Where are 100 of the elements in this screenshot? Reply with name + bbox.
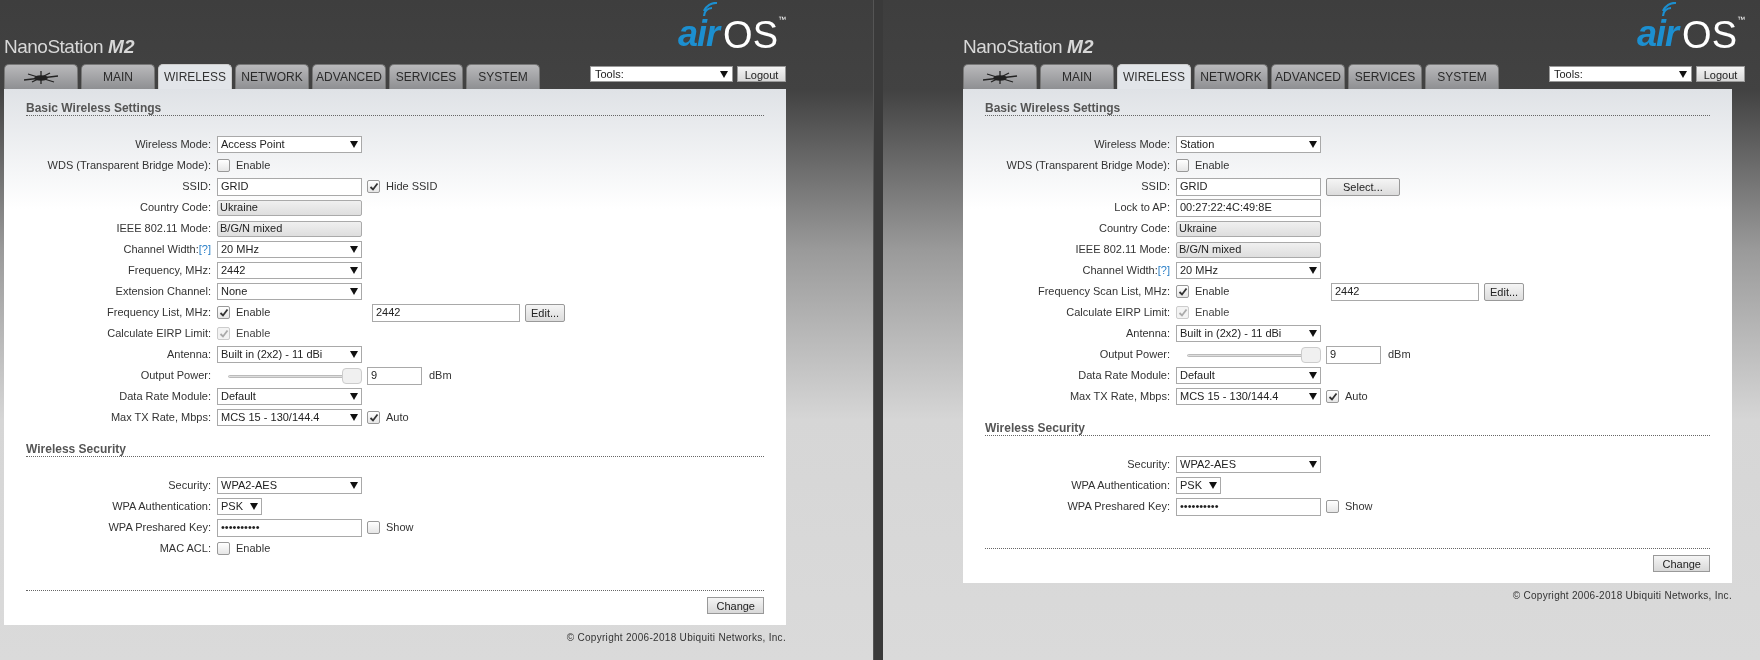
logo-text: air — [1637, 16, 1679, 52]
input-field[interactable]: GRID — [217, 177, 362, 196]
checkbox-label: Show — [386, 520, 414, 536]
tab[interactable]: MAIN — [1040, 64, 1114, 89]
section-heading: Wireless Security — [26, 440, 764, 457]
caret-icon — [350, 267, 358, 274]
button[interactable]: Edit... — [1484, 282, 1525, 301]
checkbox[interactable] — [367, 521, 380, 534]
trademark-sign: ™ — [778, 16, 786, 24]
dropdown[interactable]: PSK — [1176, 477, 1221, 494]
tab[interactable] — [963, 64, 1037, 89]
field-label: Output Power: — [1099, 347, 1170, 363]
checkbox[interactable] — [367, 180, 380, 193]
input-field[interactable]: 00:27:22:4C:49:8E — [1176, 198, 1321, 217]
field-label: Antenna: — [1125, 326, 1170, 342]
input-field[interactable]: GRID — [1176, 177, 1321, 196]
checkbox[interactable] — [1326, 390, 1339, 403]
input-field[interactable]: •••••••••• — [1176, 497, 1321, 516]
tab[interactable]: ADVANCED — [312, 64, 386, 89]
field-label: WPA Preshared Key: — [108, 520, 211, 536]
checkbox[interactable] — [217, 159, 230, 172]
input-field[interactable]: 9 — [367, 366, 422, 385]
slider-thumb[interactable] — [342, 367, 362, 384]
dropdown[interactable]: 2442 — [217, 262, 362, 279]
field-label: Country Code: — [140, 200, 211, 216]
help-link[interactable]: [?] — [198, 241, 211, 258]
tab[interactable]: ADVANCED — [1271, 64, 1345, 89]
input-field[interactable]: 2442 — [1331, 282, 1479, 301]
dropdown[interactable]: MCS 15 - 130/144.4 — [217, 409, 362, 426]
checkbox[interactable] — [1326, 500, 1339, 513]
checkbox[interactable] — [1176, 159, 1189, 172]
change-button[interactable]: Change — [1653, 555, 1710, 572]
wifi-icon — [1661, 2, 1678, 17]
slider-thumb[interactable] — [1301, 346, 1321, 363]
tools-dropdown[interactable]: Tools: — [1549, 66, 1692, 82]
logout-button[interactable]: Logout — [1696, 66, 1745, 82]
input-field[interactable]: •••••••••• — [217, 518, 362, 537]
tab[interactable]: NETWORK — [1194, 64, 1268, 89]
field-label: IEEE 802.11 Mode: — [116, 221, 211, 237]
caret-icon — [350, 482, 358, 489]
tools-dropdown[interactable]: Tools: — [590, 66, 733, 82]
tab[interactable]: SERVICES — [389, 64, 463, 89]
checkbox-label: Enable — [236, 305, 271, 321]
checkbox-label: Enable — [236, 541, 271, 557]
readonly-field: Ukraine — [1176, 220, 1321, 237]
caret-icon — [1309, 330, 1317, 337]
help-link[interactable]: [?] — [1157, 262, 1170, 279]
readonly-field: Ukraine — [217, 199, 362, 216]
section-heading: Basic Wireless Settings — [985, 99, 1710, 116]
checkbox-label: Auto — [386, 410, 409, 426]
dropdown[interactable]: Default — [1176, 367, 1321, 384]
tab[interactable]: SERVICES — [1348, 64, 1422, 89]
product-title: NanoStation — [963, 37, 1063, 56]
button[interactable]: Edit... — [525, 303, 566, 322]
dropdown[interactable]: None — [217, 283, 362, 300]
tab[interactable]: WIRELESS — [158, 64, 232, 89]
field-label: Wireless Mode: — [1094, 137, 1170, 153]
field-label: Channel Width: — [123, 242, 199, 258]
tab[interactable]: SYSTEM — [1425, 64, 1499, 89]
readonly-field: B/G/N mixed — [217, 220, 362, 237]
checkbox[interactable] — [1176, 285, 1189, 298]
dropdown[interactable]: WPA2-AES — [1176, 456, 1321, 473]
dropdown[interactable]: Station — [1176, 136, 1321, 153]
dropdown[interactable]: Built in (2x2) - 11 dBi — [217, 346, 362, 363]
tab[interactable]: MAIN — [81, 64, 155, 89]
dropdown[interactable]: MCS 15 - 130/144.4 — [1176, 388, 1321, 405]
field-label: Frequency, MHz: — [128, 263, 211, 279]
input-field[interactable]: 9 — [1326, 345, 1381, 364]
copyright-text: © Copyright 2006-2018 Ubiquiti Networks, Inc. — [1512, 589, 1732, 603]
dropdown[interactable]: 20 MHz — [217, 241, 362, 258]
dropdown[interactable]: WPA2-AES — [217, 477, 362, 494]
checkbox[interactable] — [367, 411, 380, 424]
change-button[interactable]: Change — [707, 597, 764, 614]
product-title: NanoStation — [4, 37, 104, 56]
dropdown[interactable]: Default — [217, 388, 362, 405]
checkbox[interactable] — [217, 306, 230, 319]
dropdown[interactable]: PSK — [217, 498, 262, 515]
field-label: Frequency Scan List, MHz: — [1037, 284, 1170, 300]
checkbox-label: Enable — [1195, 158, 1230, 174]
input-field[interactable]: 2442 — [372, 303, 520, 322]
caret-icon — [350, 246, 358, 253]
tab[interactable]: NETWORK — [235, 64, 309, 89]
field-label: WPA Preshared Key: — [1067, 499, 1170, 515]
section-heading: Basic Wireless Settings — [26, 99, 764, 116]
field-label: Extension Channel: — [115, 284, 211, 300]
field-label: Security: — [168, 478, 211, 494]
dropdown[interactable]: Access Point — [217, 136, 362, 153]
checkbox-label: Auto — [1345, 389, 1368, 405]
logout-button[interactable]: Logout — [737, 66, 786, 82]
tab[interactable]: WIRELESS — [1117, 64, 1191, 89]
dropdown[interactable]: Built in (2x2) - 11 dBi — [1176, 325, 1321, 342]
tab[interactable]: SYSTEM — [466, 64, 540, 89]
tab[interactable] — [4, 64, 78, 89]
unit-label: dBm — [1388, 347, 1411, 363]
field-label: IEEE 802.11 Mode: — [1075, 242, 1170, 258]
caret-icon — [1309, 141, 1317, 148]
caret-icon — [1309, 267, 1317, 274]
dropdown[interactable]: 20 MHz — [1176, 262, 1321, 279]
button[interactable]: Select... — [1326, 177, 1400, 196]
checkbox[interactable] — [217, 542, 230, 555]
